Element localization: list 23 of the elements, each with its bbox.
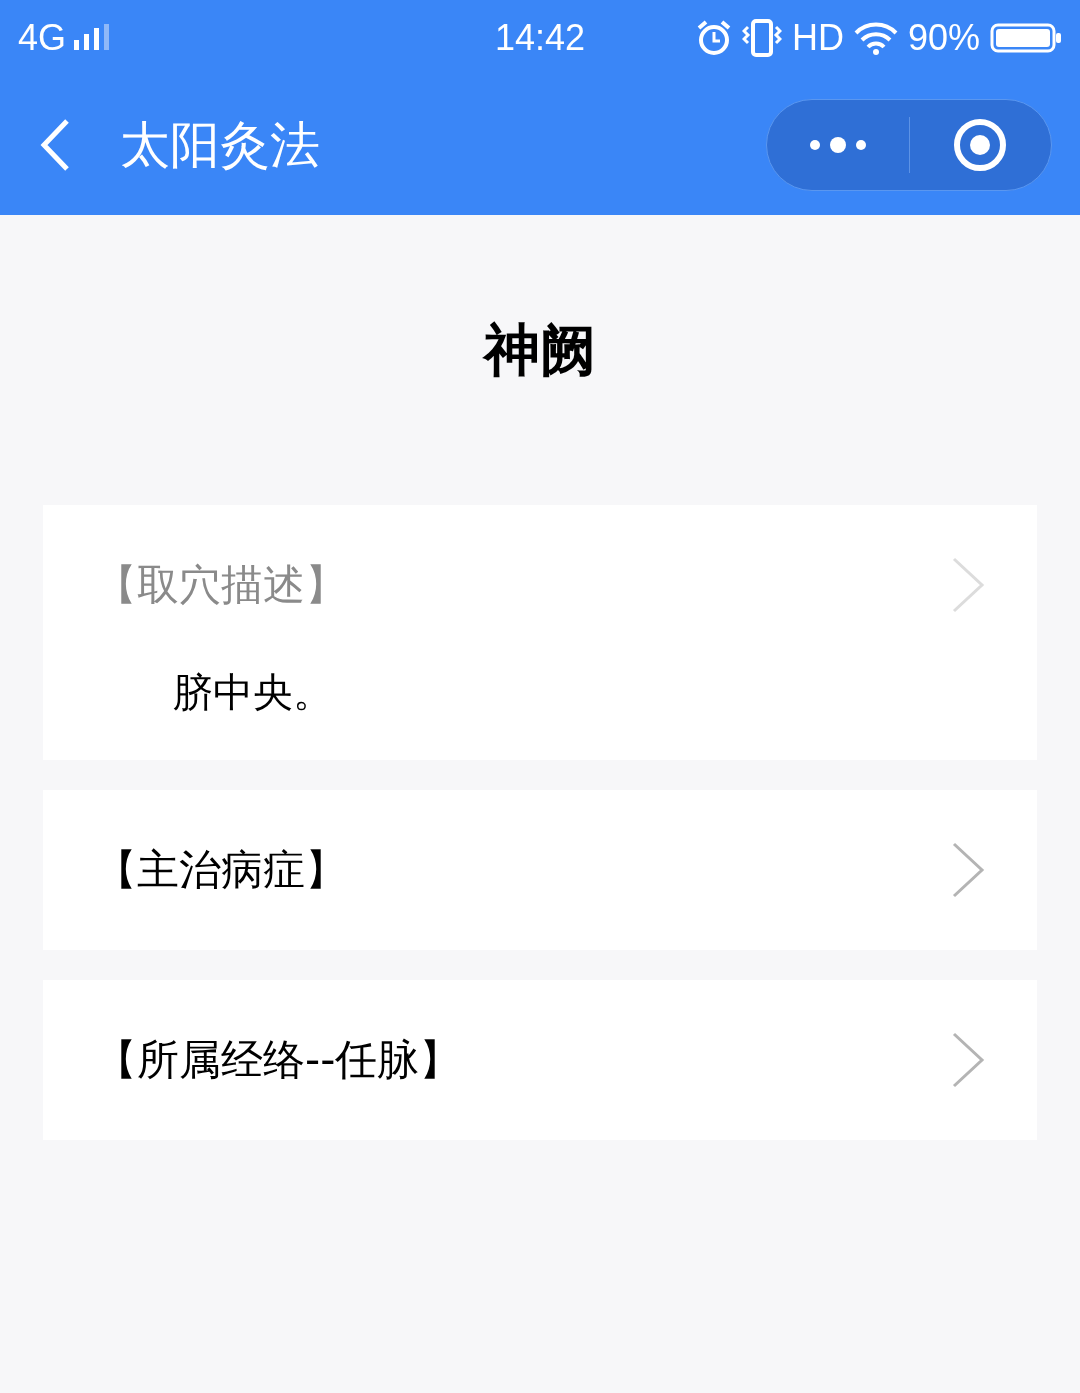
heading: 神阙 <box>481 316 597 384</box>
record-icon <box>953 118 1008 172</box>
battery-icon <box>990 22 1062 53</box>
section-header[interactable]: 【主治病症】 <box>43 790 1037 950</box>
battery-percent: 90% <box>907 16 980 59</box>
section-text: 脐中央。 <box>172 668 334 717</box>
page-title: 太阳灸法 <box>120 114 321 176</box>
network-type: 4G <box>18 16 67 59</box>
section-heading: 【取穴描述】 <box>95 559 348 611</box>
alarm-icon <box>695 19 732 56</box>
back-icon <box>40 119 70 171</box>
chevron-icon <box>951 556 985 614</box>
vibrate-icon <box>741 18 782 57</box>
section-heading: 【所属经络--任脉】 <box>95 1034 463 1086</box>
hd-label: HD <box>791 16 844 59</box>
clock-time: 14:42 <box>494 16 586 59</box>
wifi-icon <box>853 20 898 55</box>
chevron-icon <box>951 841 985 899</box>
section-header[interactable]: 【所属经络--任脉】 <box>43 980 1037 1140</box>
chevron-icon <box>951 1031 985 1089</box>
signal-icon <box>74 23 111 52</box>
more-icon <box>808 137 867 153</box>
section-heading: 【主治病症】 <box>95 844 348 896</box>
